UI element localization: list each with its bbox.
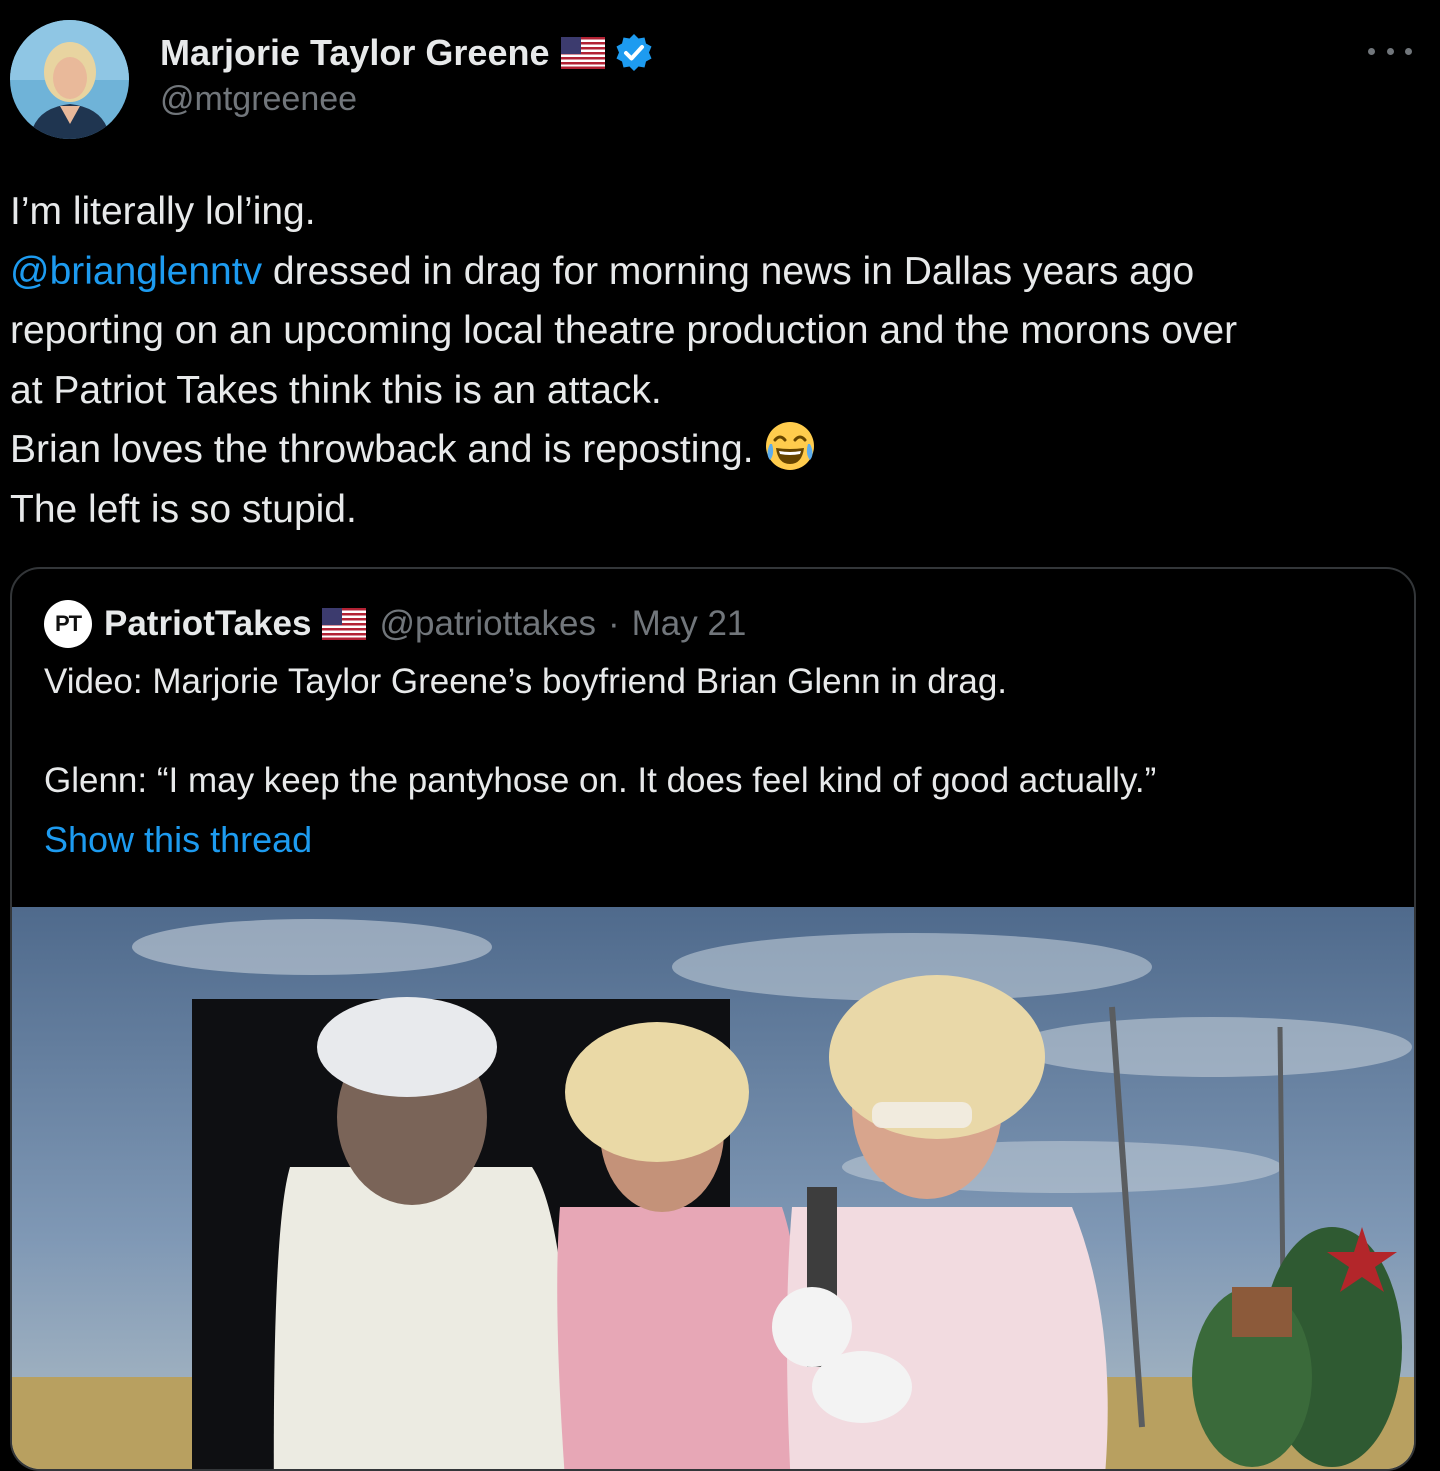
tweet-line-emoji: Brian loves the throwback and is reposti… — [10, 420, 1420, 480]
author-avatar[interactable] — [10, 20, 129, 139]
author-display-name[interactable]: Marjorie Taylor Greene — [160, 32, 549, 74]
quote-text-line: Video: Marjorie Taylor Greene’s boyfrien… — [44, 662, 1008, 701]
video-thumbnail[interactable] — [12, 907, 1414, 1469]
quote-handle[interactable]: @patriottakes — [380, 604, 596, 644]
more-dot — [1386, 47, 1394, 55]
more-dot — [1368, 47, 1375, 55]
more-dot — [1405, 47, 1412, 55]
tweet-line: I’m literally lol’ing. — [10, 190, 316, 233]
author-handle[interactable]: @mtgreenee — [160, 80, 655, 119]
mention-link[interactable]: @brianglenntv — [10, 250, 262, 293]
quote-date[interactable]: May 21 — [632, 604, 747, 644]
tweet-line: reporting on an upcoming local theatre p… — [10, 309, 1238, 353]
tweet-line-text: Brian loves the throwback and is reposti… — [10, 428, 754, 472]
quote-separator: · — [607, 604, 620, 643]
show-thread-link[interactable]: Show this thread — [44, 819, 312, 861]
tweet-line: The left is so stupid. — [10, 487, 357, 531]
us-flag-icon — [321, 608, 366, 640]
quote-text-gap — [44, 707, 1394, 756]
verified-badge-icon[interactable] — [613, 32, 655, 74]
quote-header: PT PatriotTakes @patriottakes · May 21 — [44, 600, 747, 648]
tweet-text: I’m literally lol’ing. @brianglenntv dre… — [10, 182, 1420, 540]
quote-text: Video: Marjorie Taylor Greene’s boyfrien… — [44, 657, 1394, 806]
tweet-author: Marjorie Taylor Greene @mtgreenee — [160, 30, 655, 119]
author-name-row: Marjorie Taylor Greene — [160, 30, 655, 76]
us-flag-icon — [561, 37, 606, 69]
laughing-emoji-icon — [764, 420, 816, 472]
quote-avatar[interactable]: PT — [44, 600, 92, 648]
quote-text-line: Glenn: “I may keep the pantyhose on. It … — [44, 761, 1157, 800]
tweet-line: at Patriot Takes think this is an attack… — [10, 368, 662, 412]
quoted-tweet-card[interactable]: PT PatriotTakes @patriottakes · May 21 V… — [10, 567, 1416, 1471]
tweet-line-text: dressed in drag for morning news in Dall… — [272, 249, 1195, 293]
quote-display-name[interactable]: PatriotTakes — [104, 604, 312, 644]
tweet-line-mention: @brianglenntv dressed in drag for mornin… — [10, 242, 1420, 302]
more-options-icon[interactable] — [1368, 36, 1412, 66]
